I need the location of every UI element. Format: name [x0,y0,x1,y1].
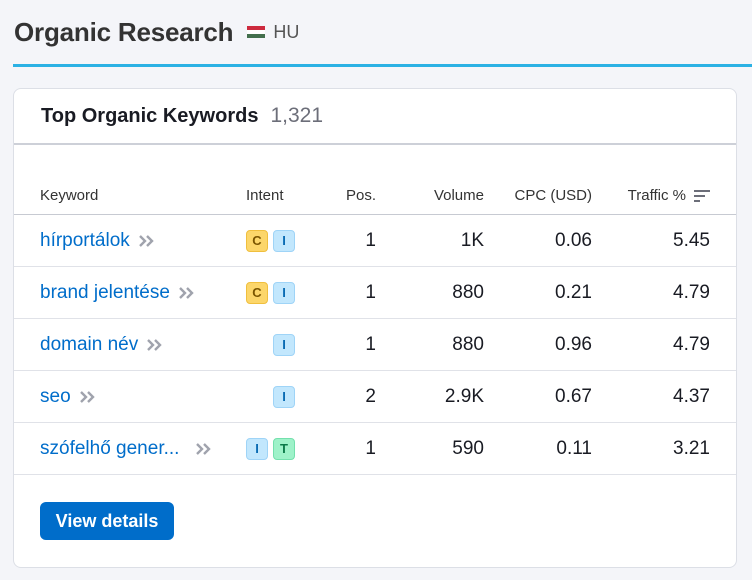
keywords-table: Keyword Intent Pos. Volume CPC (USD) Tra… [14,177,736,475]
volume-cell: 1K [460,229,484,251]
volume-cell: 590 [452,437,484,459]
header-underline [13,64,752,67]
intent-badge-i: I [273,281,295,304]
keyword-link[interactable]: szófelhő gener... [40,438,179,460]
position-cell: 1 [365,437,376,459]
double-chevron-right-icon[interactable] [146,338,164,352]
keyword-cell: brand jelentése [40,267,244,318]
card-title: Top Organic Keywords [41,104,259,127]
cpc-cell: 0.11 [556,437,592,459]
col-pos[interactable]: Pos. [314,177,376,214]
cpc-cell: 0.67 [555,385,592,407]
hungary-flag-icon [247,26,266,38]
traffic-cell: 4.79 [673,333,710,355]
page-title: Organic Research [14,16,234,47]
keyword-link[interactable]: seo [40,386,71,408]
volume-cell: 880 [452,281,484,303]
cpc-cell: 0.21 [555,281,592,303]
double-chevron-right-icon[interactable] [178,286,196,300]
table-row: hírportálok C I 1 1K 0.06 5.45 [14,215,736,267]
view-details-button[interactable]: View details [40,502,174,540]
table-body: hírportálok C I 1 1K 0.06 5.45 brand jelentése C… [14,215,736,475]
intent-badge-c: C [246,281,268,304]
keyword-link[interactable]: brand jelentése [40,282,170,304]
traffic-cell: 3.21 [673,437,710,459]
double-chevron-right-icon[interactable] [138,234,156,248]
cpc-cell: 0.06 [555,229,592,251]
traffic-cell: 4.37 [673,385,710,407]
col-traffic[interactable]: Traffic % [604,177,710,214]
table-row: seo I 2 2.9K 0.67 4.37 [14,371,736,423]
cpc-cell: 0.96 [555,333,592,355]
position-cell: 1 [365,333,376,355]
position-cell: 1 [365,281,376,303]
intent-badge-i: I [246,437,268,460]
intent-badge-i: I [273,229,295,252]
table-header-row: Keyword Intent Pos. Volume CPC (USD) Tra… [14,177,736,215]
table-row: domain név I 1 880 0.96 4.79 [14,319,736,371]
volume-cell: 2.9K [444,385,484,407]
flag-stripe-green [247,34,266,38]
top-organic-keywords-card: Top Organic Keywords 1,321 Keyword Inten… [13,88,737,568]
col-keyword: Keyword [40,187,99,204]
page-header: Organic Research HU [14,14,752,50]
intent-badge-i: I [273,385,295,408]
col-traffic-label: Traffic % [627,187,686,204]
double-chevron-right-icon[interactable] [79,390,97,404]
position-cell: 2 [365,385,376,407]
keyword-count: 1,321 [270,104,324,127]
intent-badge-i: I [273,333,295,356]
traffic-cell: 4.79 [673,281,710,303]
position-cell: 1 [365,229,376,251]
database-code: HU [273,21,300,42]
double-chevron-right-icon[interactable] [195,442,213,456]
col-cpc[interactable]: CPC (USD) [494,177,593,214]
table-row: szófelhő gener... I T 1 590 0.11 3.21 [14,423,736,475]
traffic-cell: 5.45 [673,229,710,251]
sort-descending-icon[interactable] [694,189,710,203]
col-volume[interactable]: Volume [394,177,484,214]
table-row: brand jelentése C I 1 880 0.21 4.79 [14,267,736,319]
keyword-cell: domain név [40,319,244,370]
intent-badge-c: C [246,229,268,252]
keyword-cell: hírportálok [40,215,244,266]
intent-badge-t: T [273,437,295,460]
keyword-link[interactable]: domain név [40,334,138,356]
keyword-cell: seo [40,371,244,422]
keyword-cell: szófelhő gener... [40,423,244,474]
volume-cell: 880 [452,333,484,355]
keyword-link[interactable]: hírportálok [40,230,130,252]
card-header: Top Organic Keywords 1,321 [14,89,736,145]
